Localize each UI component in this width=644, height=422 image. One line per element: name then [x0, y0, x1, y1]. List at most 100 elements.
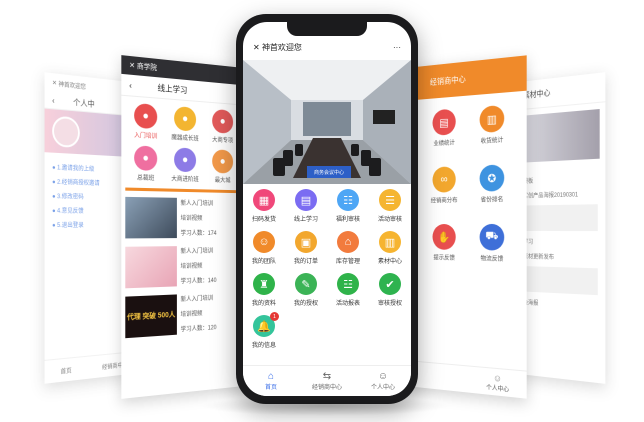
function-grid: ▦ 扫码发货 ▤ 线上学习 ☷ 福利审核 ☰ 活动审核 ☺ 我的团队 ▣ 我的订单 ⌂ 库存管理 ▥ 素材中心… — [243, 187, 411, 355]
chart-icon: ▤ — [432, 108, 456, 136]
dealer-item[interactable]: ✋ 提示反馈 — [421, 224, 467, 262]
grid-item-label: 我的信息 — [251, 343, 276, 349]
dealer-item[interactable]: ▤ 业绩统计 — [421, 108, 467, 148]
scan-icon: ▦ — [253, 189, 275, 211]
grid-item[interactable]: ✔ 审核授权 — [369, 271, 411, 313]
course-icon: ● — [212, 108, 234, 134]
grid-item-label: 审核授权 — [377, 301, 402, 307]
approve-icon: ✔ — [379, 273, 401, 295]
course-icon: ● — [174, 147, 197, 173]
card-header-title: 商学院 — [136, 62, 158, 73]
list-item[interactable]: 代理 突破 500人 新人入门培训 培训视频 学习人数：120 — [121, 291, 247, 339]
rank-icon: ✪ — [479, 164, 505, 192]
business-school-card: ✕ 商学院 ‹ 线上学习 ● 入门培训 ● 魔器成长班 ● 大商专项 ● 总裁班… — [121, 55, 248, 399]
tab-label: 个人中心 — [370, 385, 395, 391]
dealer-center-card: 经销商中心 ▤ 业绩统计 ▥ 收货统计 ∞ 经销商分布 ✪ 省份排名 ✋ 提示反… — [404, 55, 527, 399]
list-item[interactable]: 新人入门培训 培训视频 学习人数：174 — [121, 196, 247, 239]
showcase-stage: ✕ 神首欢迎您 ‹ 个人中 ● 1.邀请我的上级 ● 2.经销商授权邀请 ● 3… — [0, 0, 644, 422]
back-icon[interactable]: ‹ — [129, 80, 157, 92]
dealer-item[interactable]: ∞ 经销商分布 — [421, 166, 467, 205]
tab-label: 首页 — [264, 385, 277, 391]
more-icon[interactable]: ··· — [393, 43, 401, 52]
grid-item[interactable]: ✎ 我的授权 — [285, 271, 327, 313]
grid-item[interactable]: ▤ 线上学习 — [285, 187, 327, 229]
course-icon: ● — [174, 106, 197, 132]
grid-item[interactable]: ▦ 扫码发货 — [243, 187, 285, 229]
grid-item-label: 线上学习 — [293, 217, 318, 223]
back-icon[interactable]: ‹ — [52, 95, 73, 106]
close-icon[interactable]: ✕ 神首欢迎您 — [253, 42, 302, 53]
card-header-title: 经销商中心 — [429, 74, 466, 87]
course-icon: ● — [134, 145, 158, 171]
app-title: 神首欢迎您 — [261, 42, 302, 52]
bell-icon: 🔔 1 — [253, 312, 279, 337]
grid-item-label: 我的资料 — [251, 301, 276, 307]
list-item[interactable]: 新人入门培训 培训视频 学习人数：140 — [121, 245, 247, 289]
grid-item-label: 福利审核 — [335, 217, 360, 223]
grid-item[interactable]: ⌂ 库存管理 — [327, 229, 369, 271]
phone-notch — [287, 22, 367, 36]
course-item[interactable]: ● 魔器成长班 — [166, 105, 204, 143]
feedback-icon: ✋ — [432, 224, 456, 250]
book-icon: ▤ — [295, 189, 317, 211]
audit-icon: ☷ — [337, 189, 359, 211]
grid-item-label: 我的团队 — [251, 259, 276, 265]
user-icon: ☺ — [377, 371, 389, 382]
dealer-item[interactable]: ✪ 省份排名 — [468, 164, 517, 204]
grid-item[interactable]: ♜ 我的资料 — [243, 271, 285, 313]
floor-shadow — [200, 396, 450, 416]
course-item[interactable]: ● 入门培训 — [125, 102, 165, 141]
phone-mockup: ✕ 神首欢迎您 ··· 商务会议中心 ▦ 扫码发货 ▤ 线上学习 ☷ 福利审核 … — [236, 14, 418, 404]
course-item[interactable]: ● 总裁班 — [125, 145, 165, 183]
material-icon: ▥ — [379, 231, 401, 253]
course-icon: ● — [134, 102, 158, 130]
grid-item[interactable]: ☰ 活动审核 — [369, 187, 411, 229]
tab-home[interactable]: ⌂ 首页 — [243, 366, 299, 396]
close-icon[interactable]: ✕ — [129, 61, 137, 70]
link-icon: ∞ — [432, 166, 456, 193]
thumbnail — [125, 196, 177, 239]
app-header: ✕ 神首欢迎您 ··· — [243, 36, 411, 58]
team-icon: ☺ — [253, 231, 275, 253]
receipt-icon: ▥ — [479, 104, 505, 134]
thumbnail: 代理 突破 500人 — [125, 294, 177, 339]
grid-item[interactable]: ▥ 素材中心 — [369, 229, 411, 271]
card-title: 素材中心 — [522, 87, 551, 100]
notification-badge: 1 — [270, 312, 279, 321]
grid-item[interactable]: ▣ 我的订单 — [285, 229, 327, 271]
grid-item-label: 库存管理 — [335, 259, 360, 265]
thumbnail — [125, 246, 177, 289]
dealer-icon: ⇆ — [322, 371, 332, 382]
grid-item[interactable]: 🔔 1 我的信息 — [243, 312, 285, 355]
tab-dealer[interactable]: ⇆ 经销商中心 — [299, 366, 355, 396]
tab-user[interactable]: ☺ 个人中心 — [355, 366, 411, 396]
banner-image: 商务会议中心 — [243, 60, 411, 184]
grid-item[interactable]: ☺ 我的团队 — [243, 229, 285, 271]
dealer-item[interactable]: ▥ 收货统计 — [468, 104, 517, 146]
tab-home[interactable]: 首页 — [61, 365, 72, 375]
stock-icon: ⌂ — [337, 231, 359, 253]
order-icon: ▣ — [295, 231, 317, 253]
report-icon: ☳ — [337, 273, 359, 295]
tab-personal[interactable]: ☺ 个人中心 — [486, 372, 509, 393]
home-icon: ⌂ — [267, 371, 275, 382]
tab-label: 经销商中心 — [311, 385, 342, 391]
grid-item-label: 活动审核 — [377, 217, 402, 223]
avatar — [52, 115, 80, 149]
card-header-title: 神首欢迎您 — [58, 81, 86, 91]
course-icon: ● — [212, 149, 234, 174]
grid-item-label: 我的订单 — [293, 259, 318, 265]
activity-icon: ☰ — [379, 189, 401, 211]
grid-item-label: 素材中心 — [377, 259, 402, 265]
phone-screen: ✕ 神首欢迎您 ··· 商务会议中心 ▦ 扫码发货 ▤ 线上学习 ☷ 福利审核 … — [243, 22, 411, 396]
grid-item[interactable]: ☷ 福利审核 — [327, 187, 369, 229]
tab-bar: ⌂ 首页 ⇆ 经销商中心 ☺ 个人中心 — [243, 365, 411, 396]
grid-item[interactable]: ☳ 活动报表 — [327, 271, 369, 313]
dealer-item[interactable]: ⛟ 物流反馈 — [468, 223, 517, 263]
banner-sign: 商务会议中心 — [307, 166, 351, 178]
grid-item-label: 活动报表 — [335, 301, 360, 307]
truck-icon: ⛟ — [479, 223, 505, 251]
card-title: 线上学习 — [157, 82, 188, 95]
course-item[interactable]: ● 大商进阶班 — [166, 147, 204, 184]
card-title: 个人中 — [73, 97, 95, 109]
